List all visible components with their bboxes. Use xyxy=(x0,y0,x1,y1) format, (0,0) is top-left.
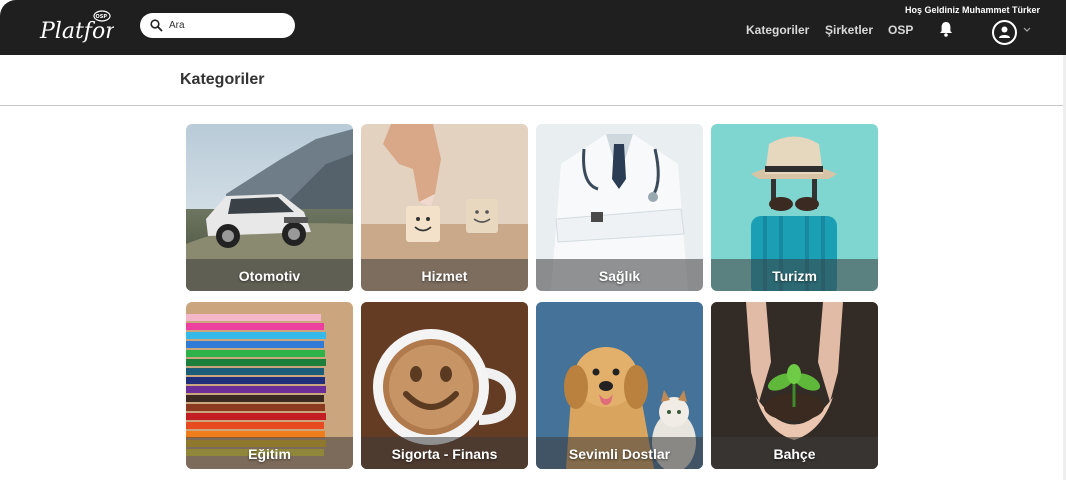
page-header: Kategoriler xyxy=(0,55,1063,106)
category-card-otomotiv[interactable]: Otomotiv xyxy=(186,124,353,291)
nav-kategoriler[interactable]: Kategoriler xyxy=(746,23,809,37)
category-label: Sevimli Dostlar xyxy=(568,446,671,462)
nav-osp[interactable]: OSP xyxy=(888,23,913,37)
category-card-egitim[interactable]: Eğitim xyxy=(186,302,353,469)
user-icon xyxy=(999,26,1010,38)
category-label: Otomotiv xyxy=(238,268,301,284)
search-box[interactable] xyxy=(140,13,295,38)
top-navbar: Platform OSP Hoş Geldiniz Muhammet Türke… xyxy=(0,0,1066,55)
search-icon xyxy=(150,19,163,32)
category-card-saglik[interactable]: Sağlık xyxy=(536,124,703,291)
logo-badge: OSP xyxy=(96,14,108,20)
category-label: Hizmet xyxy=(421,268,468,284)
category-card-sevimli-dostlar[interactable]: Sevimli Dostlar xyxy=(536,302,703,469)
category-card-turizm[interactable]: Turizm xyxy=(711,124,878,291)
welcome-text: Hoş Geldiniz Muhammet Türker xyxy=(904,5,1040,15)
category-label: Sigorta - Finans xyxy=(391,446,498,462)
nav-sirketler[interactable]: Şirketler xyxy=(825,23,873,37)
page-title: Kategoriler xyxy=(180,71,265,88)
category-label: Eğitim xyxy=(248,446,291,462)
search-input[interactable] xyxy=(169,17,287,34)
bell-icon[interactable] xyxy=(939,21,953,42)
category-card-hizmet[interactable]: Hizmet xyxy=(361,124,528,291)
logo-text: Platform xyxy=(39,19,114,44)
category-card-sigorta-finans[interactable]: Sigorta - Finans xyxy=(361,302,528,469)
category-label: Bahçe xyxy=(773,446,816,462)
category-label: Turizm xyxy=(772,268,817,284)
category-card-bahce[interactable]: Bahçe xyxy=(711,302,878,469)
category-grid: Otomotiv Hizmet Sağlık Turizm Eğitim Sig… xyxy=(186,124,878,469)
platform-logo[interactable]: Platform OSP xyxy=(38,8,137,46)
user-avatar-button[interactable] xyxy=(992,20,1017,45)
category-label: Sağlık xyxy=(598,268,641,284)
chevron-down-icon[interactable] xyxy=(1023,27,1031,33)
